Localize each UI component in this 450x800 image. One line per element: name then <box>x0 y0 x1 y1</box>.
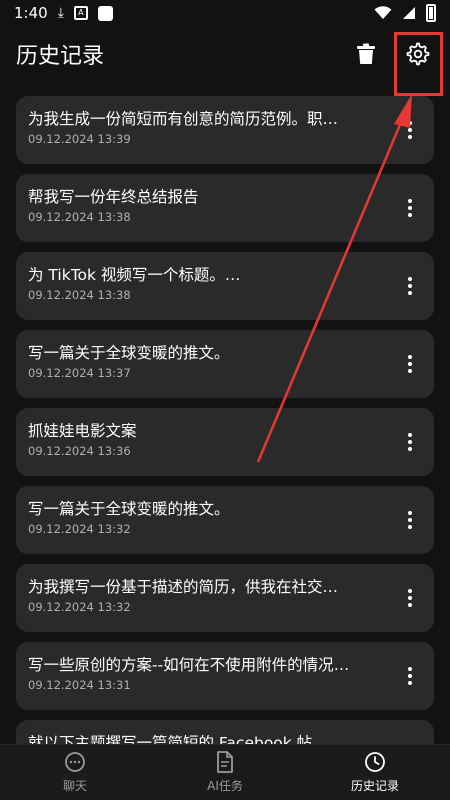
app-notification-icon: A <box>73 6 88 20</box>
nav-item-chat[interactable]: 聊天 <box>0 745 150 800</box>
history-item-date: 09.12.2024 13:32 <box>28 522 131 536</box>
nav-item-history[interactable]: 历史记录 <box>300 745 450 800</box>
chat-bubble-icon <box>65 752 85 772</box>
history-item-title: 写一些原创的方案--如何在不使用附件的情况… <box>28 656 350 674</box>
status-time: 1:40 <box>14 4 48 22</box>
history-item-title: 为我撰写一份基于描述的简历，供我在社交… <box>28 578 339 596</box>
bottom-navigation: 聊天 AI任务 历史记录 <box>0 744 450 800</box>
history-item[interactable]: 写一篇关于全球变暖的推文。 09.12.2024 13:37 <box>16 330 434 398</box>
history-item-date: 09.12.2024 13:38 <box>28 210 131 224</box>
history-item-date: 09.12.2024 13:32 <box>28 600 131 614</box>
download-icon: ⤓ <box>57 5 64 21</box>
page-title: 历史记录 <box>16 44 105 69</box>
history-item-date: 09.12.2024 13:37 <box>28 366 131 380</box>
status-bar: 1:40 ⤓ A <box>0 0 450 26</box>
history-item-title: 帮我写一份年终总结报告 <box>28 188 199 206</box>
more-options-button[interactable] <box>398 430 422 454</box>
more-vertical-icon <box>408 199 412 203</box>
trash-icon <box>357 43 375 64</box>
nav-label: AI任务 <box>207 779 243 793</box>
nav-label: 聊天 <box>62 779 87 793</box>
history-item-date: 09.12.2024 13:36 <box>28 444 131 458</box>
history-item[interactable]: 抓娃娃电影文案 09.12.2024 13:36 <box>16 408 434 476</box>
more-vertical-icon <box>408 511 412 515</box>
more-options-button[interactable] <box>398 508 422 532</box>
more-options-button[interactable] <box>398 586 422 610</box>
history-item[interactable]: 为我撰写一份基于描述的简历，供我在社交… 09.12.2024 13:32 <box>16 564 434 632</box>
signal-icon <box>403 7 415 19</box>
settings-highlight-box <box>394 32 443 96</box>
more-options-button[interactable] <box>398 352 422 376</box>
delete-all-button[interactable] <box>350 38 382 70</box>
status-right <box>374 4 436 22</box>
history-item[interactable]: 写一些原创的方案--如何在不使用附件的情况… 09.12.2024 13:31 <box>16 642 434 710</box>
app-bar: 历史记录 <box>0 26 450 82</box>
battery-icon <box>426 4 436 22</box>
square-notification-icon <box>97 5 113 21</box>
nav-item-ai-tasks[interactable]: AI任务 <box>150 745 300 800</box>
history-item-date: 09.12.2024 13:39 <box>28 132 131 146</box>
wifi-icon <box>374 6 392 19</box>
more-options-button[interactable] <box>398 664 422 688</box>
more-options-button[interactable] <box>398 118 422 142</box>
history-item-title: 抓娃娃电影文案 <box>28 422 137 440</box>
more-options-button[interactable] <box>398 196 422 220</box>
history-item-title: 为 TikTok 视频写一个标题。… <box>28 266 241 284</box>
clock-icon <box>365 752 385 772</box>
more-vertical-icon <box>408 121 412 125</box>
history-item-title: 写一篇关于全球变暖的推文。 <box>28 500 230 518</box>
history-item[interactable]: 为我生成一份简短而有创意的简历范例。职… 09.12.2024 13:39 <box>16 96 434 164</box>
more-vertical-icon <box>408 355 412 359</box>
history-item[interactable]: 写一篇关于全球变暖的推文。 09.12.2024 13:32 <box>16 486 434 554</box>
history-item-title: 为我生成一份简短而有创意的简历范例。职… <box>28 110 339 128</box>
status-left: 1:40 ⤓ A <box>14 4 113 22</box>
more-vertical-icon <box>408 589 412 593</box>
more-vertical-icon <box>408 433 412 437</box>
more-options-button[interactable] <box>398 274 422 298</box>
history-item-date: 09.12.2024 13:31 <box>28 678 131 692</box>
nav-label: 历史记录 <box>350 779 399 793</box>
history-item[interactable]: 就以下主题撰写一篇简短的 Facebook 帖… <box>16 720 434 746</box>
more-vertical-icon <box>408 667 412 671</box>
history-item-date: 09.12.2024 13:38 <box>28 288 131 302</box>
history-item[interactable]: 为 TikTok 视频写一个标题。… 09.12.2024 13:38 <box>16 252 434 320</box>
history-list[interactable]: 为我生成一份简短而有创意的简历范例。职… 09.12.2024 13:39 帮我… <box>16 96 434 746</box>
document-icon <box>217 751 233 773</box>
more-vertical-icon <box>408 277 412 281</box>
history-item[interactable]: 帮我写一份年终总结报告 09.12.2024 13:38 <box>16 174 434 242</box>
history-item-title: 写一篇关于全球变暖的推文。 <box>28 344 230 362</box>
